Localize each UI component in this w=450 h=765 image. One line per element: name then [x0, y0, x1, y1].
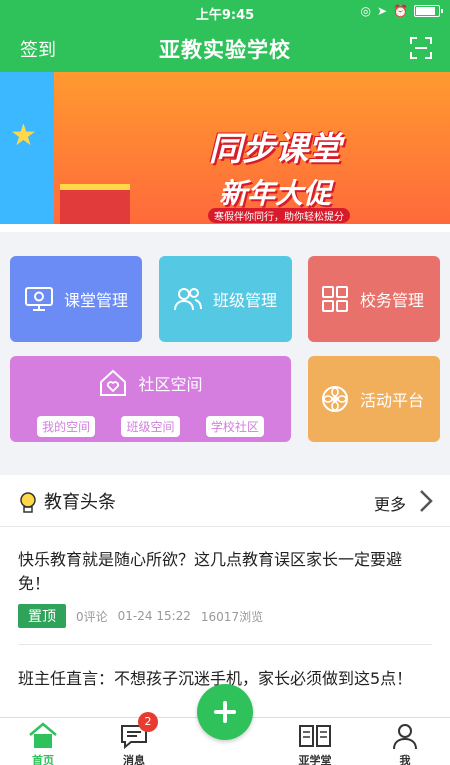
banner-line-1: 同步课堂 [209, 129, 341, 168]
battery-icon [414, 5, 443, 17]
nav-school-hall-label: 亚学堂 [298, 754, 332, 765]
location-icon: ➤ [376, 4, 388, 18]
school-community-chip[interactable]: 学校社区 [205, 416, 264, 437]
feature-grid: 课堂管理 班级管理 校务管理 社区空间 我的空间 班级空间 学校社区 活动平台 [0, 232, 450, 459]
add-button[interactable] [197, 684, 253, 740]
chevron-right-icon[interactable] [418, 488, 434, 514]
community-space-tile[interactable]: 社区空间 我的空间 班级空间 学校社区 [10, 356, 291, 442]
article-meta: 置顶 0评论 01-24 15:22 16017浏览 [18, 604, 263, 628]
gift-box-graphic [60, 184, 130, 224]
nav-messages[interactable]: 2 消息 [94, 712, 174, 765]
nav-me[interactable]: 我 [365, 718, 445, 765]
community-space-label: 社区空间 [138, 375, 203, 394]
monitor-gear-icon [25, 287, 53, 311]
banner-subtitle: 寒假伴你同行，助你轻松提分 [208, 208, 350, 223]
publish-date: 01-24 15:22 [117, 609, 191, 623]
banner-line-2: 新年大促 [218, 177, 331, 210]
news-section-title: 教育头条 [44, 492, 116, 513]
activity-platform-label: 活动平台 [360, 391, 425, 410]
nav-messages-label: 消息 [123, 754, 145, 765]
news-header: 教育头条 更多 [0, 482, 450, 522]
my-space-chip[interactable]: 我的空间 [37, 416, 96, 437]
person-icon [393, 724, 417, 750]
community-space-header: 社区空间 [10, 368, 291, 398]
page-title: 亚教实验学校 [159, 38, 291, 62]
status-icons: ◎ ➤ ⏰ [360, 4, 443, 18]
lightbulb-icon [20, 492, 36, 513]
article-title[interactable]: 快乐教育就是随心所欲？这几点教育误区家长一定要避免！ [18, 548, 433, 596]
article-separator [18, 644, 432, 645]
class-management-tile[interactable]: 班级管理 [159, 256, 292, 342]
scan-icon[interactable] [410, 37, 432, 59]
school-affairs-tile[interactable]: 校务管理 [308, 256, 440, 342]
header-separator [0, 526, 450, 527]
message-badge: 2 [138, 712, 158, 732]
status-bar: 上午9:45 ◎ ➤ ⏰ [0, 0, 450, 24]
activity-platform-tile[interactable]: 活动平台 [308, 356, 440, 442]
nav-school-hall[interactable]: 亚学堂 [275, 718, 355, 765]
home-heart-icon [100, 369, 127, 396]
section-divider [0, 459, 450, 475]
book-icon [299, 725, 331, 747]
more-link[interactable]: 更多 [374, 491, 406, 515]
view-count: 16017浏览 [200, 609, 264, 624]
app-header: 签到 亚教实验学校 [0, 24, 450, 72]
grid-icon [322, 286, 348, 312]
nav-home[interactable]: 首页 [3, 718, 83, 765]
community-chips: 我的空间 班级空间 学校社区 [10, 416, 291, 437]
home-icon [29, 722, 57, 748]
alarm-icon: ⏰ [393, 4, 408, 18]
users-icon [174, 288, 202, 311]
orientation-lock-icon: ◎ [360, 4, 371, 18]
school-affairs-label: 校务管理 [360, 291, 425, 310]
nav-me-label: 我 [399, 754, 411, 765]
pinned-tag: 置顶 [18, 604, 66, 628]
promo-banner[interactable]: ★ 同步课堂 新年大促 寒假伴你同行，助你轻松提分 [0, 72, 450, 224]
nav-home-label: 首页 [32, 754, 54, 765]
classroom-management-tile[interactable]: 课堂管理 [10, 256, 142, 342]
star-icon: ★ [10, 118, 37, 153]
banner-side-panel: ★ [0, 72, 54, 224]
classroom-management-label: 课堂管理 [64, 291, 129, 310]
comment-count: 0评论 [76, 609, 108, 624]
class-space-chip[interactable]: 班级空间 [121, 416, 180, 437]
banner-headline: 同步课堂 新年大促 [180, 122, 370, 212]
flower-icon [322, 386, 348, 412]
class-management-label: 班级管理 [213, 291, 278, 310]
